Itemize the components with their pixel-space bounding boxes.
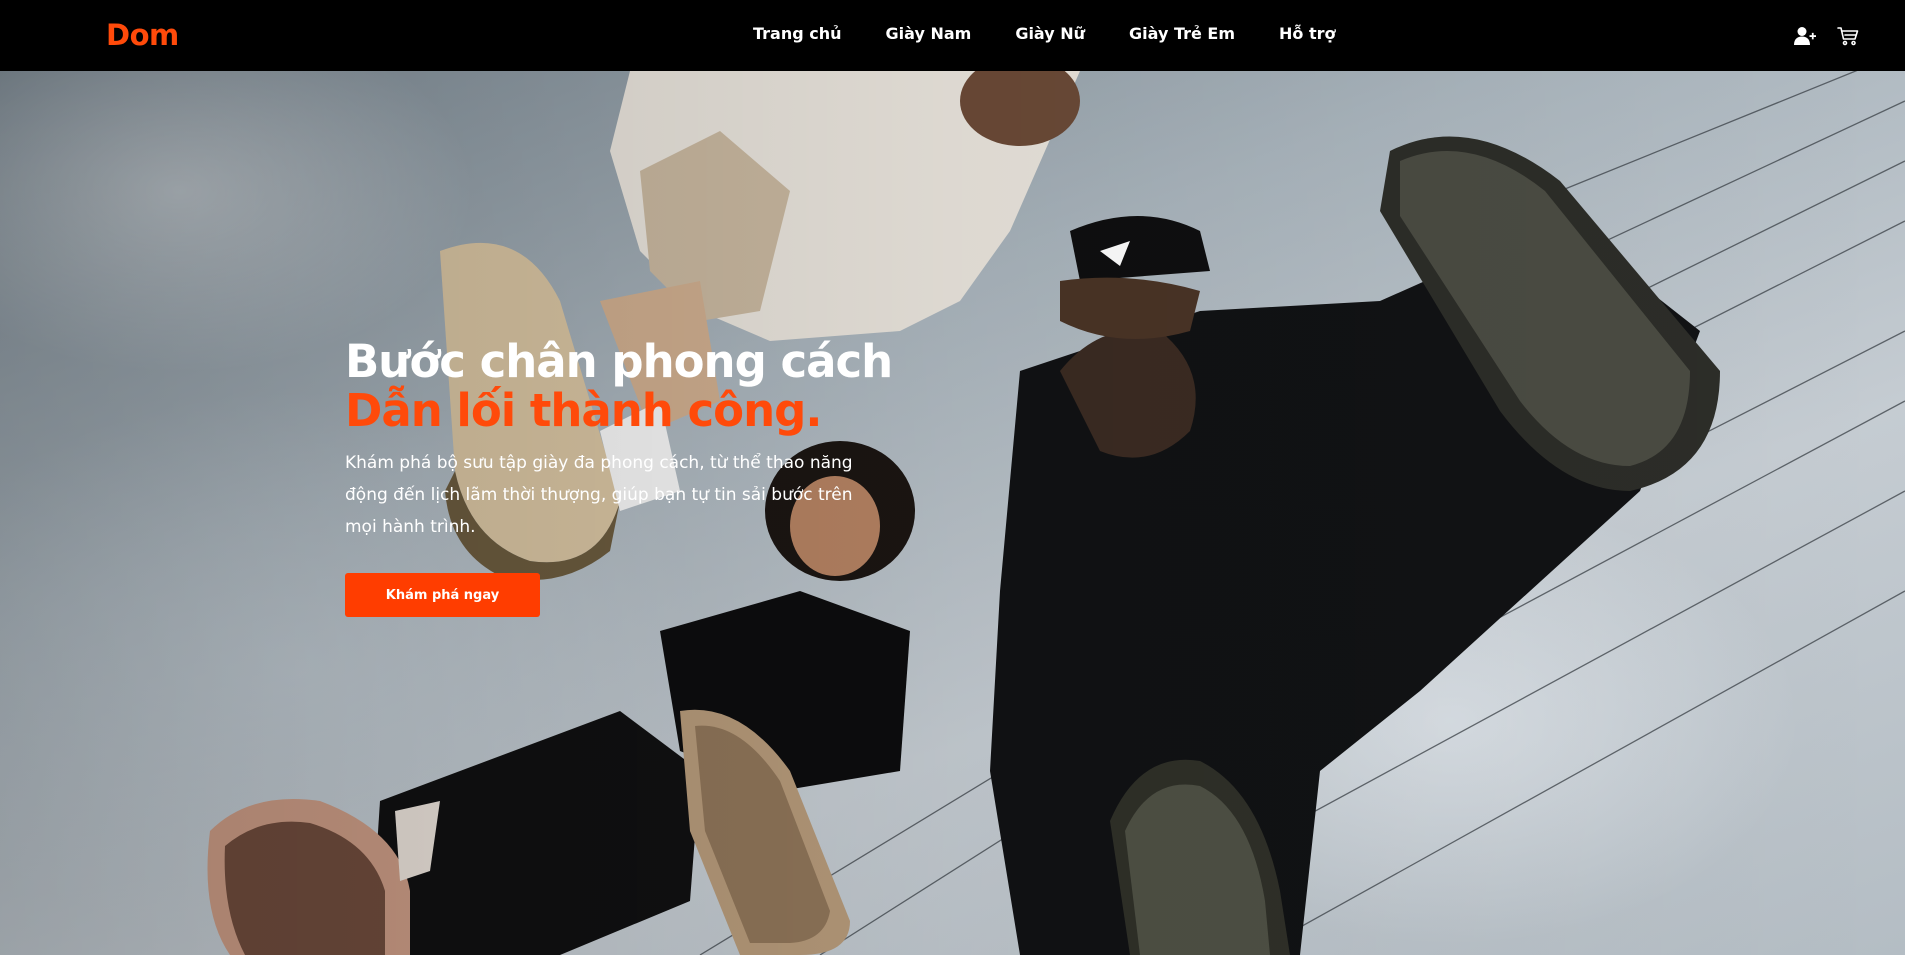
nav-item-men-shoes: Giày Nam xyxy=(886,24,972,44)
nav-item-women-shoes: Giày Nữ xyxy=(1015,24,1085,44)
explore-now-button[interactable]: Khám phá ngay xyxy=(345,573,540,617)
brand-logo[interactable]: Dom xyxy=(106,18,179,52)
hero-title-line2: Dẫn lối thành công. xyxy=(345,384,822,437)
hero-title-line1: Bước chân phong cách xyxy=(345,335,893,388)
nav-link-women-shoes[interactable]: Giày Nữ xyxy=(1015,24,1085,43)
user-plus-icon[interactable] xyxy=(1793,24,1817,48)
nav-icons xyxy=(1793,24,1860,48)
shopping-cart-icon[interactable] xyxy=(1836,24,1860,48)
main-nav: Trang chủ Giày Nam Giày Nữ Giày Trẻ Em H… xyxy=(753,24,1336,44)
hero-section: Bước chân phong cách Dẫn lối thành công.… xyxy=(0,71,1905,955)
nav-item-support: Hỗ trợ xyxy=(1279,24,1335,44)
nav-link-men-shoes[interactable]: Giày Nam xyxy=(886,24,972,43)
hero-title: Bước chân phong cách Dẫn lối thành công. xyxy=(345,337,965,435)
top-navbar: Dom Trang chủ Giày Nam Giày Nữ Giày Trẻ … xyxy=(0,0,1905,71)
nav-item-home: Trang chủ xyxy=(753,24,842,44)
nav-link-home[interactable]: Trang chủ xyxy=(753,24,842,43)
nav-link-support[interactable]: Hỗ trợ xyxy=(1279,24,1335,43)
hero-description: Khám phá bộ sưu tập giày đa phong cách, … xyxy=(345,453,853,537)
nav-item-kids-shoes: Giày Trẻ Em xyxy=(1129,24,1235,44)
hero-content: Bước chân phong cách Dẫn lối thành công.… xyxy=(345,337,965,617)
nav-link-kids-shoes[interactable]: Giày Trẻ Em xyxy=(1129,24,1235,43)
